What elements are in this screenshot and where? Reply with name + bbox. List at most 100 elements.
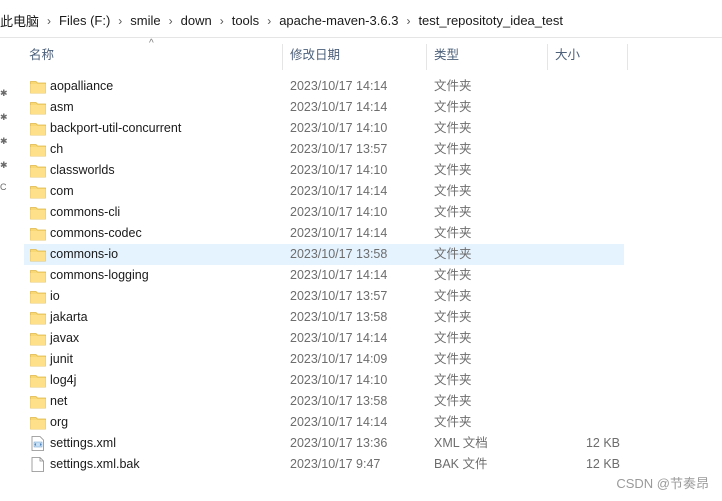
file-type: XML 文档 <box>434 436 488 450</box>
folder-icon <box>30 268 46 283</box>
folder-icon <box>30 310 46 325</box>
folder-icon <box>30 415 46 430</box>
file-type: 文件夹 <box>434 394 472 408</box>
file-name: classworlds <box>50 163 115 177</box>
folder-row[interactable]: javax 2023/10/17 14:14 文件夹 <box>24 328 624 349</box>
pin-icon[interactable]: ✱ <box>0 112 8 123</box>
file-name: aopalliance <box>50 79 114 93</box>
file-type: 文件夹 <box>434 352 472 366</box>
folder-row[interactable]: classworlds 2023/10/17 14:10 文件夹 <box>24 160 624 181</box>
xml-file-icon <box>30 436 46 451</box>
folder-row[interactable]: backport-util-concurrent 2023/10/17 14:10… <box>24 118 624 139</box>
modified-date: 2023/10/17 13:58 <box>290 394 388 408</box>
folder-row[interactable]: jakarta 2023/10/17 13:58 文件夹 <box>24 307 624 328</box>
file-row[interactable]: settings.xml.bak 2023/10/17 9:47 BAK 文件 12 … <box>24 454 624 475</box>
file-name: commons-io <box>50 247 119 261</box>
modified-date: 2023/10/17 14:10 <box>290 205 388 219</box>
modified-date: 2023/10/17 14:14 <box>290 415 388 429</box>
nav-item-truncated[interactable]: C <box>0 182 7 192</box>
folder-row[interactable]: log4j 2023/10/17 14:10 文件夹 <box>24 370 624 391</box>
file-size: 12 KB <box>585 436 620 450</box>
pin-icon[interactable]: ✱ <box>0 136 8 147</box>
file-type: 文件夹 <box>434 268 472 282</box>
column-header-date[interactable]: 修改日期 <box>283 40 426 70</box>
column-header-size[interactable]: 大小 <box>548 40 628 70</box>
column-header: ^ 名称 修改日期 类型 大小 <box>0 38 630 70</box>
folder-row[interactable]: ch 2023/10/17 13:57 文件夹 <box>24 139 624 160</box>
breadcrumb-item[interactable]: down <box>181 13 212 28</box>
file-type: 文件夹 <box>434 415 472 429</box>
pin-icon[interactable]: ✱ <box>0 160 8 171</box>
folder-row[interactable]: asm 2023/10/17 14:14 文件夹 <box>24 97 624 118</box>
file-name: commons-codec <box>50 226 142 240</box>
modified-date: 2023/10/17 14:09 <box>290 352 388 366</box>
file-row[interactable]: settings.xml 2023/10/17 13:36 XML 文档 12 KB <box>24 433 624 454</box>
file-type: 文件夹 <box>434 184 472 198</box>
file-name: ch <box>50 142 64 156</box>
breadcrumb-item[interactable]: 此电脑 <box>0 11 39 30</box>
modified-date: 2023/10/17 14:10 <box>290 121 388 135</box>
file-type: 文件夹 <box>434 205 472 219</box>
address-bar[interactable]: 此电脑 › Files (F:) › smile › down › tools › apache-m… <box>0 0 722 38</box>
breadcrumb-item[interactable]: smile <box>130 13 160 28</box>
modified-date: 2023/10/17 14:14 <box>290 268 388 282</box>
breadcrumb-item[interactable]: Files (F:) <box>59 13 110 28</box>
file-type: 文件夹 <box>434 163 472 177</box>
folder-row[interactable]: org 2023/10/17 14:14 文件夹 <box>24 412 624 433</box>
folder-icon <box>30 205 46 220</box>
file-type: 文件夹 <box>434 310 472 324</box>
modified-date: 2023/10/17 14:14 <box>290 79 388 93</box>
breadcrumb-item[interactable]: tools <box>232 13 259 28</box>
folder-row[interactable]: commons-codec 2023/10/17 14:14 文件夹 <box>24 223 624 244</box>
breadcrumb-chevron-icon[interactable]: › <box>169 14 173 28</box>
modified-date: 2023/10/17 14:14 <box>290 184 388 198</box>
modified-date: 2023/10/17 13:36 <box>290 436 388 450</box>
file-icon <box>30 457 46 472</box>
column-divider[interactable] <box>627 44 628 70</box>
modified-date: 2023/10/17 14:14 <box>290 100 388 114</box>
modified-date: 2023/10/17 13:57 <box>290 142 388 156</box>
file-name: commons-cli <box>50 205 121 219</box>
breadcrumb-chevron-icon[interactable]: › <box>406 14 410 28</box>
folder-row[interactable]: com 2023/10/17 14:14 文件夹 <box>24 181 624 202</box>
breadcrumb[interactable]: 此电脑 › Files (F:) › smile › down › tools › apache-m… <box>0 11 563 30</box>
file-name: javax <box>50 331 80 345</box>
file-type: 文件夹 <box>434 331 472 345</box>
breadcrumb-chevron-icon[interactable]: › <box>47 14 51 28</box>
folder-icon <box>30 121 46 136</box>
file-name: jakarta <box>50 310 88 324</box>
file-name: io <box>50 289 60 303</box>
breadcrumb-chevron-icon[interactable]: › <box>267 14 271 28</box>
modified-date: 2023/10/17 14:14 <box>290 226 388 240</box>
breadcrumb-item[interactable]: apache-maven-3.6.3 <box>279 13 398 28</box>
breadcrumb-chevron-icon[interactable]: › <box>220 14 224 28</box>
file-name: com <box>50 184 74 198</box>
file-type: BAK 文件 <box>434 457 488 471</box>
folder-icon <box>30 142 46 157</box>
file-type: 文件夹 <box>434 247 472 261</box>
folder-row[interactable]: net 2023/10/17 13:58 文件夹 <box>24 391 624 412</box>
folder-row[interactable]: commons-cli 2023/10/17 14:10 文件夹 <box>24 202 624 223</box>
modified-date: 2023/10/17 14:14 <box>290 331 388 345</box>
folder-icon <box>30 331 46 346</box>
navigation-pane[interactable]: ✱ ✱ ✱ ✱ C <box>0 38 12 501</box>
folder-icon <box>30 373 46 388</box>
folder-icon <box>30 394 46 409</box>
column-header-type[interactable]: 类型 <box>427 40 547 70</box>
file-name: org <box>50 415 69 429</box>
pin-icon[interactable]: ✱ <box>0 88 8 99</box>
folder-row[interactable]: commons-io 2023/10/17 13:58 文件夹 <box>24 244 624 265</box>
file-name: net <box>50 394 68 408</box>
column-header-name[interactable]: 名称 <box>22 40 282 70</box>
breadcrumb-chevron-icon[interactable]: › <box>118 14 122 28</box>
breadcrumb-item[interactable]: test_repositoty_idea_test <box>418 13 563 28</box>
folder-icon <box>30 163 46 178</box>
folder-row[interactable]: aopalliance 2023/10/17 14:14 文件夹 <box>24 76 624 97</box>
file-name: junit <box>50 352 73 366</box>
folder-icon <box>30 247 46 262</box>
file-size: 12 KB <box>585 457 620 471</box>
folder-row[interactable]: io 2023/10/17 13:57 文件夹 <box>24 286 624 307</box>
file-name: commons-logging <box>50 268 149 282</box>
folder-row[interactable]: commons-logging 2023/10/17 14:14 文件夹 <box>24 265 624 286</box>
folder-row[interactable]: junit 2023/10/17 14:09 文件夹 <box>24 349 624 370</box>
